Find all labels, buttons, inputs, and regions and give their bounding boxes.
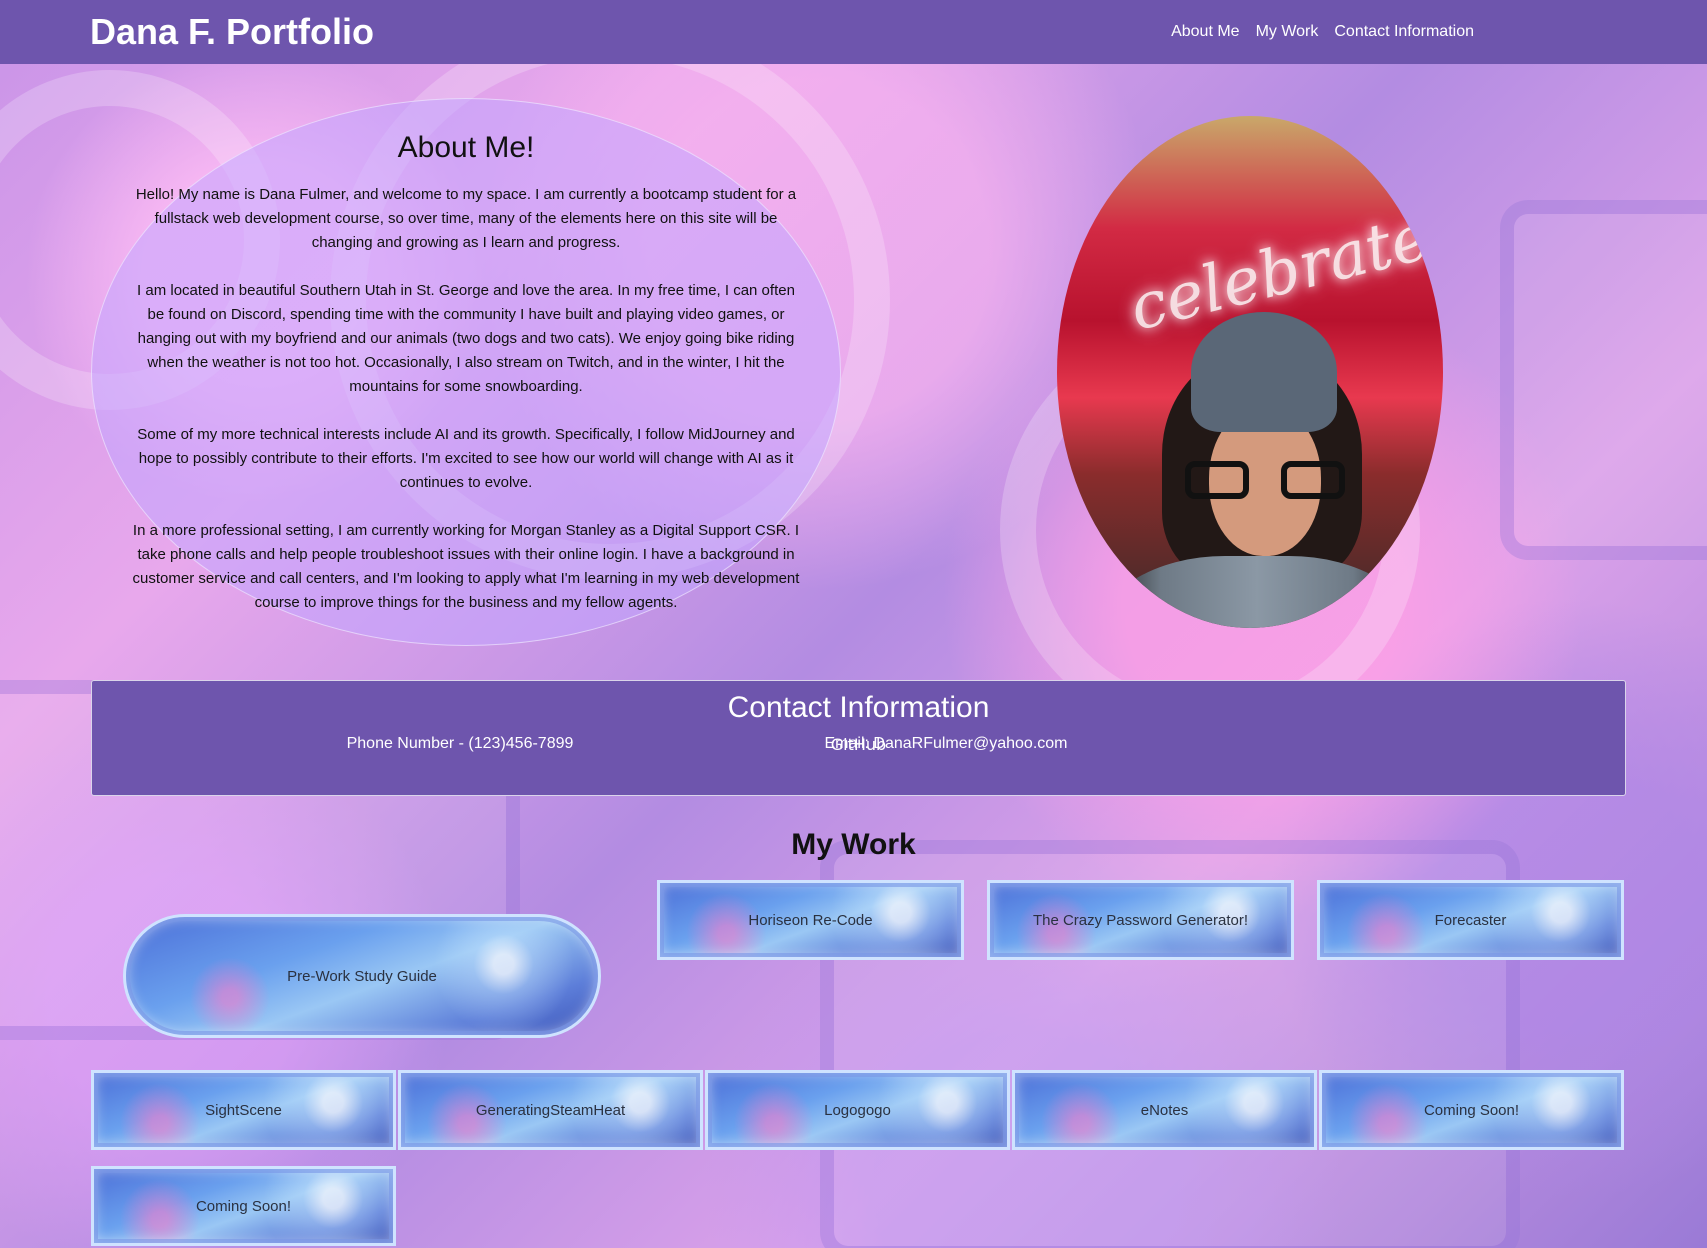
project-card-sightscene[interactable]: SightScene <box>91 1070 396 1150</box>
project-card-label: The Crazy Password Generator! <box>1032 911 1249 929</box>
profile-photo: celebrate <box>1057 116 1443 628</box>
nav-links: About Me My Work Contact Information <box>1171 23 1474 41</box>
nav-link-about[interactable]: About Me <box>1171 23 1239 41</box>
nav-link-contact[interactable]: Contact Information <box>1334 23 1474 41</box>
photo-glasses-shape <box>1185 461 1345 499</box>
contact-section: Contact Information Phone Number - (123)… <box>91 680 1626 796</box>
project-card-horiseon[interactable]: Horiseon Re-Code <box>657 880 964 960</box>
about-paragraph: Hello! My name is Dana Fulmer, and welco… <box>135 186 797 251</box>
contact-phone: Phone Number - (123)456-7899 <box>346 735 574 752</box>
project-card-label: SightScene <box>205 1101 282 1119</box>
project-card-label: Pre-Work Study Guide <box>287 967 437 985</box>
about-paragraph: I am located in beautiful Southern Utah … <box>137 282 795 395</box>
project-card-label: Horiseon Re-Code <box>748 911 873 929</box>
project-card-label: Coming Soon! <box>195 1197 292 1215</box>
about-section: About Me! Hello! My name is Dana Fulmer,… <box>91 98 841 646</box>
project-card-label: Logogogo <box>824 1101 891 1119</box>
project-card-label: Forecaster <box>1434 911 1507 929</box>
project-card-generatingsteamheat[interactable]: GeneratingSteamHeat <box>398 1070 703 1150</box>
brand-title[interactable]: Dana F. Portfolio <box>90 11 374 53</box>
contact-email[interactable]: Email: DanaRFulmer@yahoo.com <box>825 735 1068 753</box>
project-card-prework-study-guide[interactable]: Pre-Work Study Guide <box>123 914 601 1038</box>
work-title: My Work <box>791 828 916 861</box>
project-card-forecaster[interactable]: Forecaster <box>1317 880 1624 960</box>
about-paragraph: In a more professional setting, I am cur… <box>132 522 800 611</box>
project-card-password-generator[interactable]: The Crazy Password Generator! <box>987 880 1294 960</box>
project-card-label: eNotes <box>1140 1101 1189 1119</box>
nav-link-work[interactable]: My Work <box>1256 23 1319 41</box>
project-card-enotes[interactable]: eNotes <box>1012 1070 1317 1150</box>
photo-jacket-shape <box>1097 556 1417 628</box>
photo-beanie-shape <box>1191 312 1337 432</box>
contact-details: Phone Number - (123)456-7899 Email: Dana… <box>92 735 1625 765</box>
project-card-label: Coming Soon! <box>1423 1101 1520 1119</box>
project-card-logogogo[interactable]: Logogogo <box>705 1070 1010 1150</box>
about-title: About Me! <box>397 131 535 164</box>
about-paragraph: Some of my more technical interests incl… <box>137 426 795 491</box>
project-card-coming-soon[interactable]: Coming Soon! <box>91 1166 396 1246</box>
project-card-coming-soon[interactable]: Coming Soon! <box>1319 1070 1624 1150</box>
navbar: Dana F. Portfolio About Me My Work Conta… <box>0 0 1707 64</box>
contact-title: Contact Information <box>727 691 990 724</box>
project-card-label: GeneratingSteamHeat <box>475 1101 626 1119</box>
